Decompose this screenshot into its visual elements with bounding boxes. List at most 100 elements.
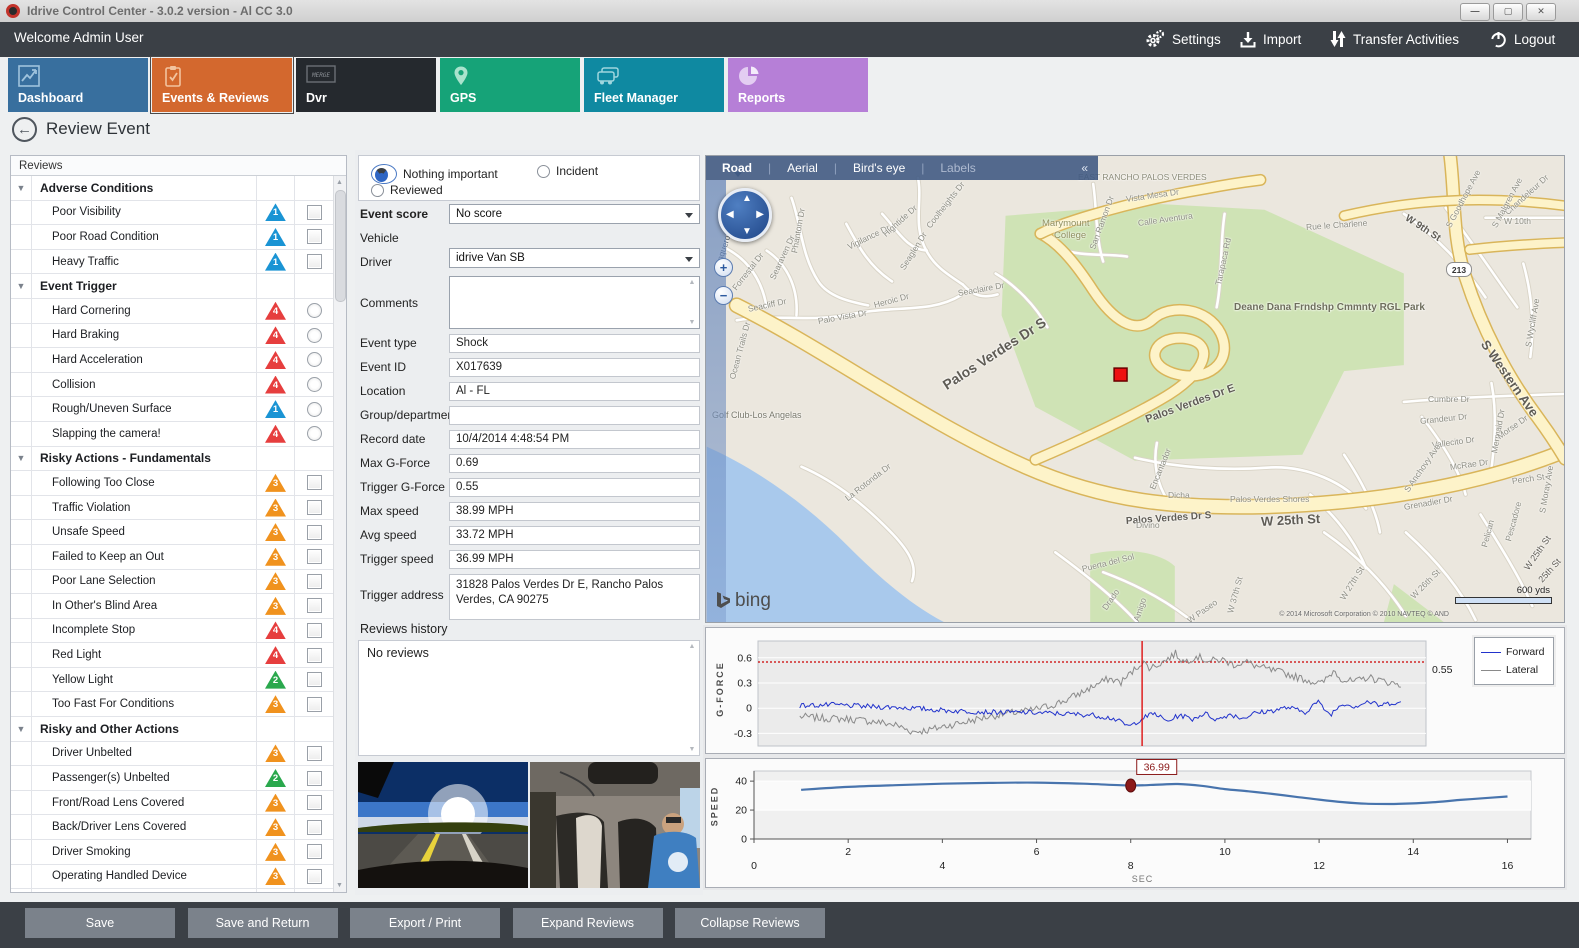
transfer-button[interactable]: Transfer Activities [1330, 26, 1459, 52]
export-print-button[interactable]: Export / Print [350, 908, 500, 938]
review-radio[interactable] [307, 352, 322, 367]
tab-fleet-manager[interactable]: Fleet Manager [584, 58, 724, 112]
minimize-button[interactable]: — [1460, 3, 1490, 21]
review-item-row[interactable]: Passenger(s) Unbelted2 [11, 766, 346, 791]
scroll-up-icon[interactable]: ▲ [334, 179, 345, 186]
event-score-select[interactable]: No score [449, 204, 700, 224]
tab-reports[interactable]: Reports [728, 58, 868, 112]
vehicle-select[interactable]: idrive Van SB [449, 248, 700, 268]
review-item-row[interactable]: Failed to Keep an Out3 [11, 545, 346, 570]
review-group-row[interactable]: ▼Event Trigger [11, 274, 346, 299]
reviews-history-box[interactable]: No reviews ▲▼ [358, 640, 700, 756]
map-collapse-button[interactable]: « [1081, 161, 1098, 175]
review-item-row[interactable]: Slapping the camera!4 [11, 422, 346, 447]
map-canvas[interactable]: EAST RANCHO PALOS VERDESMarymountCollege… [705, 155, 1565, 623]
review-radio[interactable] [307, 328, 322, 343]
review-item-row[interactable]: Too Fast For Conditions3 [11, 692, 346, 717]
pan-right-icon[interactable]: ▶ [756, 209, 764, 220]
review-item-row[interactable]: Incomplete Stop4 [11, 619, 346, 644]
review-checkbox[interactable] [307, 475, 322, 490]
review-checkbox[interactable] [307, 746, 322, 761]
pan-down-icon[interactable]: ▼ [742, 226, 752, 237]
radio-selected-icon[interactable] [371, 164, 397, 184]
status-option-reviewed[interactable]: Reviewed [371, 183, 443, 197]
review-radio[interactable] [307, 377, 322, 392]
map-pan-compass[interactable]: ▲ ▼ ◀ ▶ [718, 188, 772, 242]
save-button[interactable]: Save [25, 908, 175, 938]
status-option-incident[interactable]: Incident [537, 164, 598, 178]
review-item-row[interactable]: Operating Handled Device3 [11, 865, 346, 890]
map-view-labels[interactable]: Labels [924, 161, 991, 175]
maximize-button[interactable]: ▢ [1493, 3, 1523, 21]
review-checkbox[interactable] [307, 672, 322, 687]
review-group-row[interactable]: ▼Adverse Conditions [11, 176, 346, 201]
tab-events-reviews[interactable]: Events & Reviews [152, 58, 292, 112]
pan-up-icon[interactable]: ▲ [742, 193, 752, 204]
review-checkbox[interactable] [307, 648, 322, 663]
review-item-row[interactable]: Front/Road Lens Covered3 [11, 791, 346, 816]
review-checkbox[interactable] [307, 549, 322, 564]
map-view-road[interactable]: Road [706, 161, 768, 175]
review-checkbox[interactable] [307, 229, 322, 244]
settings-button[interactable]: Settings [1145, 26, 1221, 52]
review-checkbox[interactable] [307, 697, 322, 712]
review-checkbox[interactable] [307, 869, 322, 884]
zoom-in-button[interactable]: + [714, 258, 733, 277]
history-scroll-icons[interactable]: ▲▼ [687, 643, 697, 753]
tab-dvr[interactable]: MERGEDvr [296, 58, 436, 112]
review-item-row[interactable]: In Other's Blind Area3 [11, 594, 346, 619]
review-item-row[interactable]: Back/Driver Lens Covered3 [11, 815, 346, 840]
review-group-row[interactable]: ▼Risky Actions - Fundamentals [11, 447, 346, 472]
status-option-nothing-important[interactable]: Nothing important [371, 164, 498, 184]
collapse-reviews-button[interactable]: Collapse Reviews [675, 908, 825, 938]
map-view-bird-s-eye[interactable]: Bird's eye [837, 161, 921, 175]
review-item-row[interactable]: Hard Acceleration4 [11, 348, 346, 373]
textarea-scroll-icons[interactable]: ▲▼ [687, 279, 697, 326]
expand-reviews-button[interactable]: Expand Reviews [513, 908, 663, 938]
comments-textarea[interactable]: ▲▼ [449, 276, 700, 329]
review-checkbox[interactable] [307, 525, 322, 540]
review-item-row[interactable]: Hard Cornering4 [11, 299, 346, 324]
save-and-return-button[interactable]: Save and Return [188, 908, 338, 938]
collapse-arrow-icon[interactable]: ▼ [11, 724, 31, 734]
review-checkbox[interactable] [307, 205, 322, 220]
review-item-row[interactable]: Unsafe Speed3 [11, 520, 346, 545]
logout-button[interactable]: Logout [1490, 26, 1555, 52]
reviews-scrollbar[interactable]: ▲ ▼ [333, 176, 346, 892]
scrollbar-thumb[interactable] [335, 190, 346, 302]
close-button[interactable]: ✕ [1526, 3, 1556, 21]
review-checkbox[interactable] [307, 598, 322, 613]
radio-unselected-icon[interactable] [537, 165, 550, 178]
collapse-arrow-icon[interactable]: ▼ [11, 183, 31, 193]
video-road-camera[interactable] [358, 762, 528, 888]
review-item-row[interactable]: Heavy Traffic1 [11, 250, 346, 275]
review-radio[interactable] [307, 303, 322, 318]
review-item-row[interactable]: Rough/Uneven Surface1 [11, 397, 346, 422]
review-checkbox[interactable] [307, 574, 322, 589]
zoom-out-button[interactable]: − [714, 286, 733, 305]
scroll-down-icon[interactable]: ▼ [334, 882, 345, 889]
review-checkbox[interactable] [307, 820, 322, 835]
review-item-row[interactable]: Poor Road Condition1 [11, 225, 346, 250]
radio-unselected-icon[interactable] [371, 184, 384, 197]
collapse-arrow-icon[interactable]: ▼ [11, 281, 31, 291]
review-item-row[interactable]: Following Too Close3 [11, 471, 346, 496]
map-view-aerial[interactable]: Aerial [771, 161, 834, 175]
video-cabin-camera[interactable] [530, 762, 700, 888]
tab-dashboard[interactable]: Dashboard [8, 58, 148, 112]
review-checkbox[interactable] [307, 771, 322, 786]
review-radio[interactable] [307, 426, 322, 441]
review-item-row[interactable]: Red Light4 [11, 643, 346, 668]
review-checkbox[interactable] [307, 795, 322, 810]
import-button[interactable]: Import [1240, 26, 1301, 52]
review-item-row[interactable]: Yellow Light2 [11, 668, 346, 693]
review-radio[interactable] [307, 402, 322, 417]
review-item-row[interactable]: Driver Unbelted3 [11, 742, 346, 767]
review-checkbox[interactable] [307, 500, 322, 515]
review-checkbox[interactable] [307, 844, 322, 859]
review-item-row[interactable]: Driver Smoking3 [11, 840, 346, 865]
pan-left-icon[interactable]: ◀ [726, 209, 734, 220]
tab-gps[interactable]: GPS [440, 58, 580, 112]
review-item-row[interactable]: Poor Visibility1 [11, 201, 346, 226]
review-group-row[interactable]: ▼Risky and Other Actions [11, 717, 346, 742]
